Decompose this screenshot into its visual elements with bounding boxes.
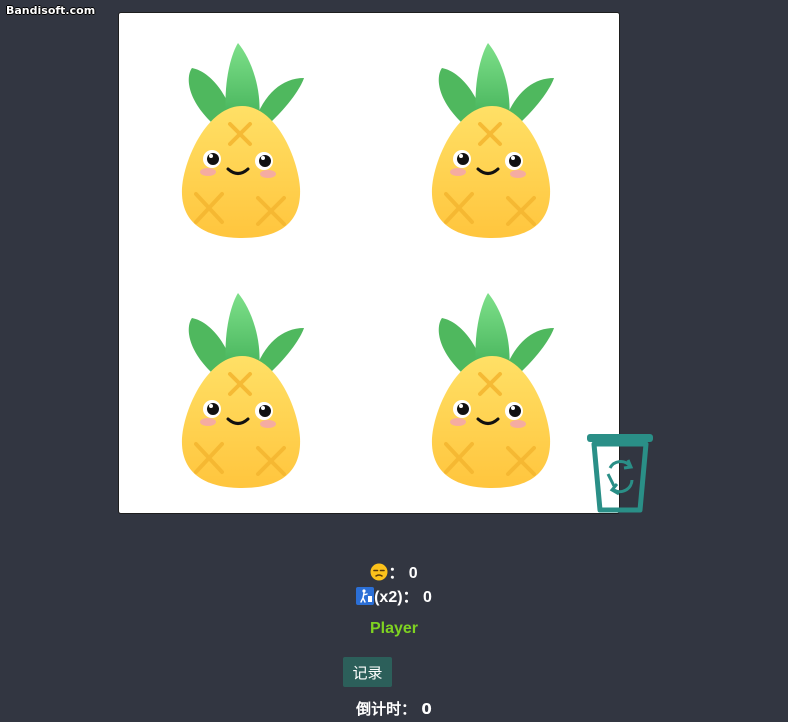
trash-count: (x2)： 0: [374, 589, 432, 606]
game-board: [118, 12, 620, 514]
countdown-timer: 倒计时： 0: [356, 700, 432, 718]
pineapple-icon: [181, 43, 304, 238]
pineapple-icon: [431, 43, 554, 238]
sad-count: ： 0: [388, 565, 418, 582]
pineapple-icon: [431, 293, 554, 488]
watermark: Bandisoft.com: [6, 4, 96, 17]
pineapple-icon: [181, 293, 304, 488]
sad-counter: ： 0: [0, 563, 788, 587]
trash-counter: (x2)： 0: [0, 587, 788, 611]
player-name: Player: [369, 620, 419, 637]
pineapple-tile[interactable]: [422, 288, 562, 498]
pineapple-tile[interactable]: [172, 38, 312, 248]
litter-bin-emoji: [356, 587, 375, 611]
record-button[interactable]: 记录: [343, 657, 392, 687]
pineapple-tile[interactable]: [422, 38, 562, 248]
recycle-trash-icon[interactable]: [584, 430, 656, 516]
unamused-face-emoji: [370, 563, 388, 587]
pineapple-tile[interactable]: [172, 288, 312, 498]
